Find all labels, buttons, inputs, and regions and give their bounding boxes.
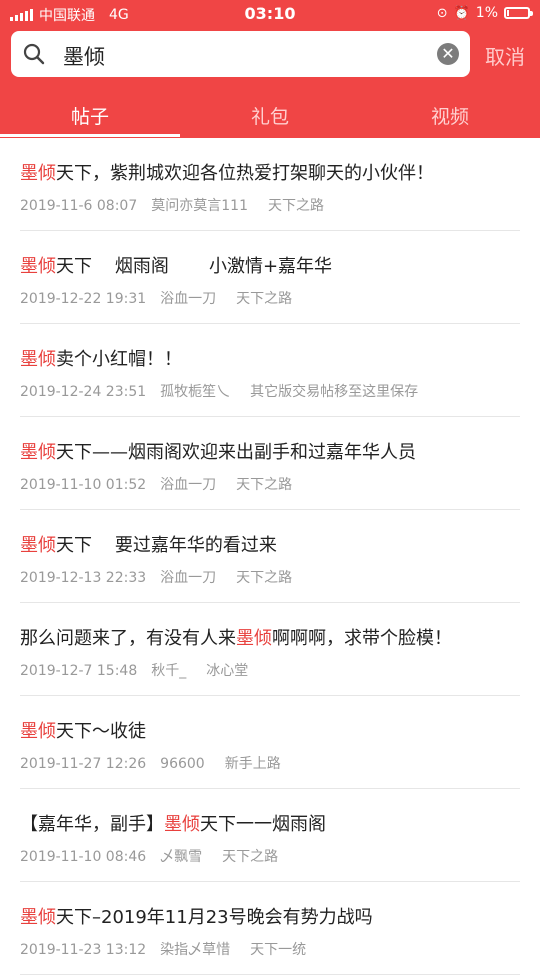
search-icon <box>23 43 45 65</box>
post-title: 墨倾天下 烟雨阁 小激情+嘉年华 <box>20 252 332 278</box>
post-title-keyword: 墨倾 <box>20 907 56 928</box>
post-author[interactable]: 浴血一刀 <box>160 477 216 493</box>
post-title: 那么问题来了，有没有人来墨倾啊啊啊，求带个脸模！ <box>20 624 452 650</box>
clear-icon[interactable]: ✕ <box>437 43 459 65</box>
post-title: 墨倾天下，紫荆城欢迎各位热爱打架聊天的小伙伴！ <box>20 159 434 185</box>
post-meta: 2019-12-22 19:31 浴血一刀 天下之路 <box>20 288 292 308</box>
post-date: 2019-11-10 08:46 <box>20 849 147 865</box>
post-title-keyword: 墨倾 <box>20 256 56 277</box>
post-list: 墨倾天下，紫荆城欢迎各位热爱打架聊天的小伙伴！ 2019-11-6 08:07 莫问… <box>0 138 540 975</box>
post-board[interactable]: 新手上路 <box>225 756 281 772</box>
post-date: 2019-12-24 23:51 <box>20 384 147 400</box>
list-item[interactable]: 墨倾天下～收徒 2019-11-27 12:26 96600 新手上路 <box>0 696 540 789</box>
post-meta: 2019-11-10 01:52 浴血一刀 天下之路 <box>20 474 292 494</box>
post-board[interactable]: 冰心堂 <box>206 663 248 679</box>
post-title-suffix: 天下 烟雨阁 小激情+嘉年华 <box>56 256 333 277</box>
post-date: 2019-11-27 12:26 <box>20 756 147 772</box>
post-author[interactable]: 96600 <box>160 756 205 772</box>
tab-posts[interactable]: 帖子 <box>0 102 180 129</box>
list-item[interactable]: 墨倾卖个小红帽！！ 2019-12-24 23:51 孤牧栀笙乀 其它版交易帖移至这里… <box>0 324 540 417</box>
cancel-button[interactable]: 取消 <box>485 41 525 70</box>
post-title-keyword: 墨倾 <box>20 349 56 370</box>
post-board[interactable]: 天下之路 <box>222 849 278 865</box>
post-title: 墨倾天下 要过嘉年华的看过来 <box>20 531 277 557</box>
post-meta: 2019-12-24 23:51 孤牧栀笙乀 其它版交易帖移至这里保存 <box>20 381 418 401</box>
search-bar[interactable]: 墨倾 ✕ <box>11 31 470 77</box>
list-item[interactable]: 那么问题来了，有没有人来墨倾啊啊啊，求带个脸模！ 2019-12-7 15:48 秋… <box>0 603 540 696</box>
post-title-suffix: 天下～收徒 <box>56 721 146 742</box>
post-author[interactable]: 染指乄草惜 <box>160 942 230 958</box>
post-title-suffix: 天下一一烟雨阁 <box>200 814 326 835</box>
post-board[interactable]: 其它版交易帖移至这里保存 <box>250 384 418 400</box>
post-author[interactable]: 浴血一刀 <box>160 570 216 586</box>
post-meta: 2019-11-10 08:46 乄飘雪 天下之路 <box>20 846 278 866</box>
post-author[interactable]: 莫问亦莫言111 <box>151 198 248 214</box>
post-meta: 2019-11-27 12:26 96600 新手上路 <box>20 753 281 773</box>
list-item[interactable]: 墨倾天下，紫荆城欢迎各位热爱打架聊天的小伙伴！ 2019-11-6 08:07 莫问… <box>0 138 540 231</box>
rotation-lock-icon: ⊙ <box>436 5 448 21</box>
post-meta: 2019-12-7 15:48 秋千_ 冰心堂 <box>20 660 248 680</box>
post-meta: 2019-12-13 22:33 浴血一刀 天下之路 <box>20 567 292 587</box>
post-date: 2019-12-7 15:48 <box>20 663 138 679</box>
battery-percent: 1% <box>475 5 498 21</box>
post-author[interactable]: 孤牧栀笙乀 <box>160 384 230 400</box>
post-title-keyword: 墨倾 <box>164 814 200 835</box>
post-title-prefix: 【嘉年华，副手】 <box>20 814 164 835</box>
list-item[interactable]: 墨倾天下——烟雨阁欢迎来出副手和过嘉年华人员 2019-11-10 01:52 浴血… <box>0 417 540 510</box>
app-header: 中国联通 4G 03:10 ⊙ ⏰ 1% 墨倾 ✕ 取消 帖子 礼包 视频 <box>0 0 540 138</box>
tab-videos[interactable]: 视频 <box>360 102 540 129</box>
list-item[interactable]: 墨倾天下 烟雨阁 小激情+嘉年华 2019-12-22 19:31 浴血一刀 天下之路 <box>0 231 540 324</box>
post-date: 2019-11-6 08:07 <box>20 198 138 214</box>
post-author[interactable]: 秋千_ <box>151 663 186 679</box>
post-title-keyword: 墨倾 <box>20 721 56 742</box>
post-title-suffix: 天下——烟雨阁欢迎来出副手和过嘉年华人员 <box>56 442 416 463</box>
post-title: 【嘉年华，副手】墨倾天下一一烟雨阁 <box>20 810 326 836</box>
alarm-icon: ⏰ <box>453 5 470 21</box>
post-author[interactable]: 乄飘雪 <box>160 849 202 865</box>
post-title-suffix: 天下 要过嘉年华的看过来 <box>56 535 277 556</box>
post-title: 墨倾卖个小红帽！！ <box>20 345 182 371</box>
post-date: 2019-12-13 22:33 <box>20 570 147 586</box>
post-title-suffix: 卖个小红帽！！ <box>56 349 182 370</box>
post-title-suffix: 天下–2019年11月23号晚会有势力战吗 <box>56 907 373 928</box>
post-title-prefix: 那么问题来了，有没有人来 <box>20 628 236 649</box>
list-item[interactable]: 墨倾天下–2019年11月23号晚会有势力战吗 2019-11-23 13:12 染… <box>0 882 540 975</box>
post-title-keyword: 墨倾 <box>20 442 56 463</box>
post-board[interactable]: 天下之路 <box>268 198 324 214</box>
post-board[interactable]: 天下一统 <box>250 942 306 958</box>
post-title: 墨倾天下～收徒 <box>20 717 146 743</box>
post-meta: 2019-11-23 13:12 染指乄草惜 天下一统 <box>20 939 306 959</box>
post-date: 2019-11-23 13:12 <box>20 942 147 958</box>
post-date: 2019-12-22 19:31 <box>20 291 147 307</box>
active-tab-indicator <box>0 134 180 137</box>
post-title: 墨倾天下–2019年11月23号晚会有势力战吗 <box>20 903 373 929</box>
post-title-keyword: 墨倾 <box>20 535 56 556</box>
post-date: 2019-11-10 01:52 <box>20 477 147 493</box>
post-author[interactable]: 浴血一刀 <box>160 291 216 307</box>
post-title-keyword: 墨倾 <box>236 628 272 649</box>
post-title-keyword: 墨倾 <box>20 163 56 184</box>
post-board[interactable]: 天下之路 <box>236 291 292 307</box>
tab-gifts[interactable]: 礼包 <box>180 102 360 129</box>
post-title-suffix: 啊啊啊，求带个脸模！ <box>272 628 452 649</box>
list-item[interactable]: 墨倾天下 要过嘉年华的看过来 2019-12-13 22:33 浴血一刀 天下之路 <box>0 510 540 603</box>
post-board[interactable]: 天下之路 <box>236 477 292 493</box>
search-input[interactable]: 墨倾 <box>63 41 105 71</box>
status-bar: 中国联通 4G 03:10 ⊙ ⏰ 1% <box>0 0 540 28</box>
battery-icon <box>504 7 533 19</box>
list-item[interactable]: 【嘉年华，副手】墨倾天下一一烟雨阁 2019-11-10 08:46 乄飘雪 天下之路 <box>0 789 540 882</box>
post-title-suffix: 天下，紫荆城欢迎各位热爱打架聊天的小伙伴！ <box>56 163 434 184</box>
post-board[interactable]: 天下之路 <box>236 570 292 586</box>
post-meta: 2019-11-6 08:07 莫问亦莫言111 天下之路 <box>20 195 324 215</box>
tab-bar: 帖子 礼包 视频 <box>0 96 540 138</box>
post-title: 墨倾天下——烟雨阁欢迎来出副手和过嘉年华人员 <box>20 438 416 464</box>
